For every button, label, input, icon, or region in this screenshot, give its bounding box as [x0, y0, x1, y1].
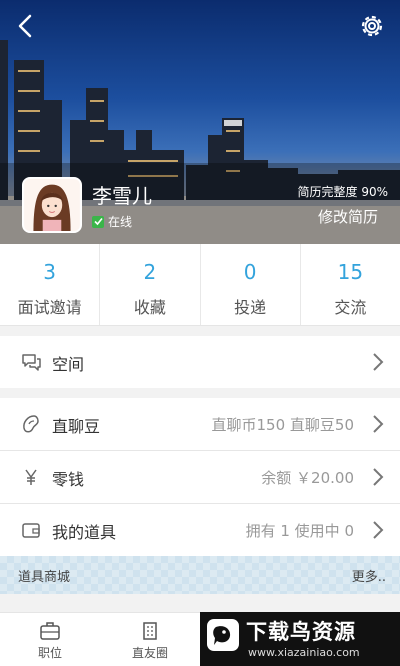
- space-label: 空间: [52, 355, 85, 374]
- gear-icon[interactable]: [358, 12, 386, 40]
- wallet-icon: [22, 523, 40, 538]
- stat-label: 交流: [334, 298, 367, 317]
- more-link[interactable]: 更多..: [352, 566, 386, 585]
- check-icon: [92, 215, 104, 228]
- beans-balance: 直聊币150 直聊豆50: [211, 416, 355, 434]
- props-shop-title: 道具商城: [18, 570, 71, 585]
- stat-label: 收藏: [133, 298, 166, 317]
- chevron-right-icon: [373, 353, 384, 371]
- avatar[interactable]: [22, 177, 82, 233]
- wallet-label: 零钱: [52, 470, 85, 489]
- nav-friends-circle-label: 直友圈: [131, 646, 168, 660]
- stat-value: 15: [337, 260, 364, 284]
- stat-label: 投递: [234, 298, 267, 317]
- chevron-right-icon: [373, 521, 384, 539]
- stat-interview-invites[interactable]: 3 面试邀请: [0, 244, 101, 325]
- back-arrow-icon[interactable]: [12, 12, 40, 40]
- props-shop-bar[interactable]: 道具商城 更多..: [0, 556, 400, 594]
- stat-favorites[interactable]: 2 收藏: [100, 244, 201, 325]
- stats-bar: 3 面试邀请 2 收藏 0 投递 15 交流: [0, 244, 400, 326]
- user-name: 李雪儿: [92, 184, 152, 208]
- my-props-label: 我的道具: [52, 523, 117, 542]
- my-props-row[interactable]: 我的道具 拥有 1 使用中 0: [0, 504, 400, 556]
- stat-conversations[interactable]: 15 交流: [301, 244, 400, 325]
- bird-logo-icon: [207, 619, 239, 651]
- watermark-banner: 下载鸟资源 www.xiazainiao.com: [200, 612, 400, 666]
- wallet-row[interactable]: 零钱 余额 ￥20.00: [0, 451, 400, 503]
- bean-icon: [23, 415, 39, 433]
- nav-friends-circle[interactable]: 直友圈: [100, 613, 200, 666]
- stat-applications[interactable]: 0 投递: [201, 244, 301, 325]
- nav-jobs-label: 职位: [37, 646, 62, 660]
- online-status: 在线: [92, 213, 132, 230]
- chevron-right-icon: [373, 468, 384, 486]
- beans-label: 直聊豆: [52, 417, 101, 436]
- wallet-balance: 余额 ￥20.00: [261, 469, 354, 487]
- stat-value: 0: [243, 260, 257, 284]
- yuan-icon: [25, 469, 37, 485]
- beans-row[interactable]: 直聊豆 直聊币150 直聊豆50: [0, 398, 400, 450]
- nav-jobs[interactable]: 职位: [0, 613, 100, 666]
- chevron-right-icon: [373, 415, 384, 433]
- building-icon: [143, 622, 157, 640]
- watermark-title: 下载鸟资源: [246, 620, 356, 644]
- space-row[interactable]: 空间: [0, 336, 400, 388]
- stat-value: 3: [43, 260, 56, 284]
- watermark-url: www.xiazainiao.com: [248, 646, 360, 659]
- edit-resume-button[interactable]: 修改简历: [318, 206, 378, 227]
- chat-bubbles-icon: [22, 354, 41, 371]
- stat-value: 2: [143, 260, 157, 284]
- resume-completeness: 简历完整度 90%: [297, 185, 389, 199]
- online-label: 在线: [108, 215, 133, 229]
- profile-header: 李雪儿 在线 简历完整度 90% 修改简历: [0, 0, 400, 244]
- my-props-status: 拥有 1 使用中 0: [245, 522, 354, 540]
- briefcase-icon: [40, 622, 60, 640]
- stat-label: 面试邀请: [17, 298, 82, 317]
